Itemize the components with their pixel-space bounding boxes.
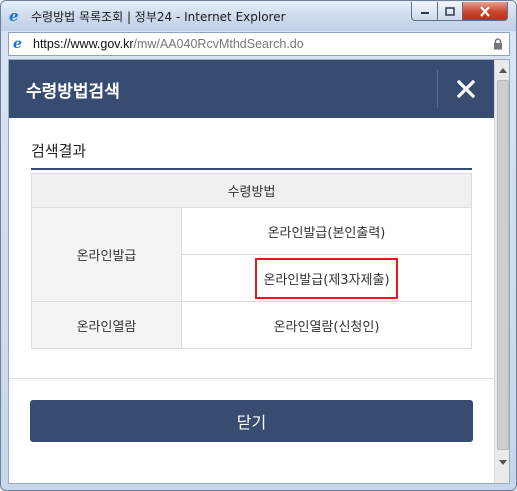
popup-close-button[interactable] bbox=[446, 69, 486, 109]
maximize-button[interactable] bbox=[437, 2, 463, 21]
table-row: 온라인열람 온라인열람(신청인) bbox=[31, 301, 472, 349]
table-category: 온라인발급 bbox=[31, 207, 182, 302]
section-title: 검색결과 bbox=[31, 142, 87, 160]
internet-explorer-icon: e bbox=[13, 36, 22, 52]
scroll-up-button[interactable] bbox=[495, 62, 509, 78]
receipt-method-option-cell: 온라인발급(제3자제출) bbox=[181, 254, 472, 302]
section-divider bbox=[31, 168, 472, 170]
window-close-button[interactable] bbox=[462, 2, 508, 21]
scroll-thumb[interactable] bbox=[497, 80, 509, 450]
popup-header: 수령방법검색 bbox=[9, 60, 494, 118]
page-content: 수령방법검색 검색결과 수령방법 온라인발급 온라인발급(본인출력) 온라인발급… bbox=[8, 59, 510, 484]
table-header: 수령방법 bbox=[31, 173, 472, 208]
internet-explorer-icon: e bbox=[9, 7, 19, 25]
table-row: 온라인발급 온라인발급(본인출력) bbox=[31, 207, 472, 302]
receipt-method-option[interactable]: 온라인발급(본인출력) bbox=[181, 207, 472, 255]
header-divider bbox=[437, 70, 438, 108]
vertical-scrollbar[interactable] bbox=[494, 60, 509, 483]
lock-icon[interactable] bbox=[493, 38, 503, 50]
popup-title: 수령방법검색 bbox=[26, 82, 120, 102]
close-icon bbox=[480, 5, 490, 17]
close-button[interactable]: 닫기 bbox=[30, 400, 473, 442]
title-bar: e 수령방법 목록조회 | 정부24 - Internet Explorer bbox=[1, 1, 516, 31]
result-table: 수령방법 온라인발급 온라인발급(본인출력) 온라인발급(제3자제출) 온라인열… bbox=[31, 173, 472, 349]
receipt-method-option[interactable]: 온라인열람(신청인) bbox=[181, 301, 472, 349]
address-url[interactable]: https://www.gov.kr/mw/AA040RcvMthdSearch… bbox=[33, 37, 304, 51]
footer-divider bbox=[9, 378, 494, 379]
chevron-down-icon bbox=[499, 459, 507, 465]
browser-window: e 수령방법 목록조회 | 정부24 - Internet Explorer e… bbox=[0, 0, 517, 491]
scroll-down-button[interactable] bbox=[495, 454, 509, 470]
receipt-method-option-highlighted[interactable]: 온라인발급(제3자제출) bbox=[255, 257, 398, 299]
address-bar[interactable]: e https://www.gov.kr/mw/AA040RcvMthdSear… bbox=[8, 32, 510, 56]
table-category: 온라인열람 bbox=[31, 301, 182, 349]
window-title: 수령방법 목록조회 | 정부24 - Internet Explorer bbox=[31, 10, 286, 24]
close-x-icon bbox=[457, 80, 475, 98]
minimize-button[interactable] bbox=[411, 2, 438, 21]
chevron-up-icon bbox=[499, 67, 507, 73]
